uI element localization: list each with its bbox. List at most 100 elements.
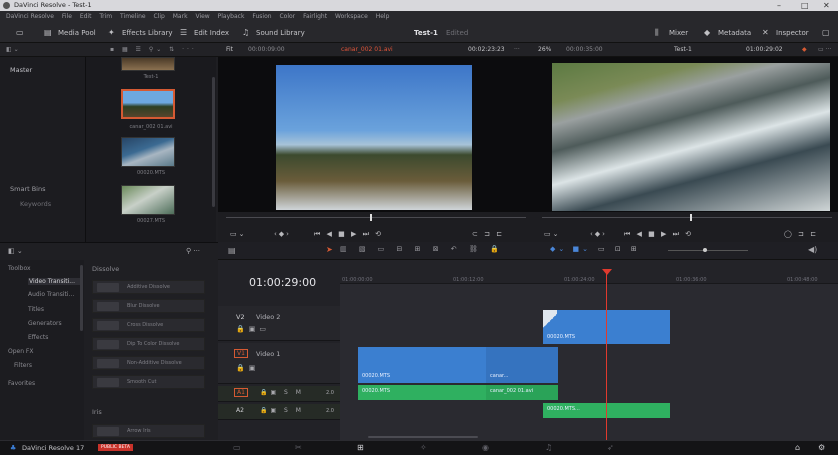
track-lock-icon[interactable]: 🔒▣: [236, 364, 259, 372]
program-mark-icons[interactable]: ◯ ⊐ ⊏: [784, 230, 818, 238]
metadata-button[interactable]: ◆ Metadata: [704, 27, 751, 40]
effects-panel-toggle-icon[interactable]: ◧ ⌄: [8, 247, 23, 255]
settings-icon[interactable]: ⚙: [818, 443, 825, 452]
media-page-icon[interactable]: ▭: [233, 443, 241, 452]
timeline-clip[interactable]: canar...: [486, 347, 558, 383]
program-zoom[interactable]: 26%: [538, 43, 551, 57]
track-name[interactable]: Video 2: [256, 313, 280, 321]
menu-item[interactable]: DaVinci Resolve: [6, 13, 54, 20]
audio-clip[interactable]: 00020.MTS: [358, 385, 486, 400]
effects-category[interactable]: Favorites: [8, 380, 35, 387]
effect-tile[interactable]: Cross Dissolve: [92, 318, 205, 332]
inspector-button[interactable]: ✕ Inspector: [762, 27, 809, 40]
program-playback-controls[interactable]: ⏮ ◀ ■ ▶ ⏭ ⟲: [624, 230, 693, 239]
menu-item[interactable]: Workspace: [335, 13, 368, 20]
edit-index-button[interactable]: ☰ Edit Index: [180, 27, 229, 40]
effects-category[interactable]: Open FX: [8, 348, 34, 355]
effect-tile[interactable]: Non-Additive Dissolve: [92, 356, 205, 370]
edit-page-icon[interactable]: ⊞: [357, 443, 364, 452]
effects-library-button[interactable]: ✦ Effects Library: [108, 27, 173, 40]
track-name[interactable]: Video 1: [256, 350, 280, 358]
menu-item[interactable]: File: [62, 13, 72, 20]
deliver-page-icon[interactable]: ➶: [607, 443, 614, 452]
clip-thumbnail[interactable]: [121, 57, 175, 71]
program-view-options-icon[interactable]: ▭⌄: [544, 230, 560, 238]
effects-category-scrollbar[interactable]: [80, 265, 83, 331]
edit-tools-icons[interactable]: ▥ ▧ ▭ ⊟ ⊞ ⊠ ↶ ⛓ 🔒: [340, 245, 504, 253]
timeline-selector[interactable]: Test-1: [674, 43, 692, 57]
track-id[interactable]: A1: [234, 388, 248, 397]
minimize-button[interactable]: –: [777, 0, 781, 11]
zoom-fit[interactable]: Fit: [226, 43, 233, 57]
source-playhead[interactable]: [370, 214, 372, 221]
program-jog-icon[interactable]: ‹◆›: [590, 230, 607, 238]
zoom-slider[interactable]: [668, 250, 748, 251]
more-icon[interactable]: ···: [514, 43, 520, 57]
selection-tool-icon[interactable]: ➤: [326, 245, 333, 254]
effect-tile[interactable]: Smooth Cut: [92, 375, 205, 389]
expand-icon[interactable]: ▢: [822, 27, 836, 40]
close-button[interactable]: ✕: [823, 0, 830, 11]
track-id[interactable]: V1: [234, 349, 248, 358]
timeline-scrollbar[interactable]: [368, 436, 478, 438]
flag-marker-icons[interactable]: ◆⌄ ■⌄: [550, 245, 591, 253]
timeline-view-icon[interactable]: ▤: [228, 246, 236, 255]
mixer-button[interactable]: ⫼ Mixer: [655, 27, 688, 40]
effects-category[interactable]: Effects: [28, 334, 48, 341]
clip-thumbnail[interactable]: [121, 185, 175, 215]
audio-track-controls[interactable]: 🔒▣ S M: [260, 389, 304, 396]
sound-library-button[interactable]: ♫ Sound Library: [242, 27, 305, 40]
monitor-icon[interactable]: ▭: [16, 27, 30, 40]
jog-icon[interactable]: ‹◆›: [274, 230, 291, 238]
menu-item[interactable]: Help: [376, 13, 390, 20]
view-options-icons[interactable]: ▪ ▦ ☰ ⚲⌄ ⇅ ···: [110, 43, 197, 57]
marker-icon[interactable]: ◆: [802, 43, 807, 57]
effects-category[interactable]: Generators: [28, 320, 62, 327]
effect-tile[interactable]: Dip To Color Dissolve: [92, 337, 205, 351]
audio-clip[interactable]: canar_002 01.avi: [486, 385, 558, 400]
effects-search-icon[interactable]: ⚲ ···: [186, 247, 200, 255]
timeline-viewer[interactable]: [536, 57, 838, 212]
audio-icon[interactable]: ◀): [808, 245, 817, 254]
menu-item[interactable]: Color: [279, 13, 295, 20]
maximize-button[interactable]: □: [801, 0, 809, 11]
effect-tile[interactable]: Arrow Iris: [92, 424, 205, 438]
panel-toggle-icon[interactable]: ◧ ⌄: [6, 43, 19, 57]
zoom-slider-handle[interactable]: [703, 248, 707, 252]
effect-tile[interactable]: Additive Dissolve: [92, 280, 205, 294]
fairlight-page-icon[interactable]: ♫: [545, 443, 552, 452]
clip-thumbnail-selected[interactable]: [121, 89, 175, 119]
menu-item[interactable]: Mark: [173, 13, 188, 20]
menu-item[interactable]: Edit: [80, 13, 92, 20]
menu-item[interactable]: Timeline: [120, 13, 146, 20]
thumbnail-scrollbar[interactable]: [212, 77, 215, 207]
fusion-page-icon[interactable]: ✧: [420, 443, 427, 452]
bin-master[interactable]: Master: [10, 66, 32, 74]
effects-category-selected[interactable]: Video Transiti...: [28, 278, 82, 285]
source-viewer[interactable]: [218, 57, 536, 212]
menu-item[interactable]: Fairlight: [303, 13, 327, 20]
menu-item[interactable]: Trim: [99, 13, 112, 20]
menu-item[interactable]: View: [195, 13, 209, 20]
cut-page-icon[interactable]: ✂: [295, 443, 302, 452]
clip-transition[interactable]: [543, 310, 557, 332]
home-icon[interactable]: ⌂: [795, 443, 800, 452]
effects-category[interactable]: Filters: [14, 362, 32, 369]
fullscreen-icon[interactable]: ▭ ···: [818, 43, 831, 57]
menu-item[interactable]: Clip: [153, 13, 164, 20]
effects-category[interactable]: Toolbox: [8, 265, 31, 272]
menu-item[interactable]: Playback: [218, 13, 245, 20]
audio-track-controls[interactable]: 🔒▣ S M: [260, 407, 304, 414]
playhead-marker-icon[interactable]: [602, 269, 612, 275]
effects-category[interactable]: Audio Transiti...: [28, 291, 74, 298]
media-pool-button[interactable]: ▤ Media Pool: [44, 27, 96, 40]
source-playback-controls[interactable]: ⏮ ◀ ■ ▶ ⏭ ⟲: [314, 230, 383, 239]
menu-item[interactable]: Fusion: [252, 13, 271, 20]
zoom-icons[interactable]: ▭ ⊡ ⊞: [598, 245, 641, 253]
timeline-clip[interactable]: 00020.MTS: [358, 347, 486, 383]
timeline-playhead[interactable]: [606, 270, 607, 440]
source-clip-name[interactable]: canar_002 01.avi: [341, 43, 393, 57]
color-page-icon[interactable]: ◉: [482, 443, 489, 452]
track-lock-icon[interactable]: 🔒▣▭: [236, 325, 270, 333]
mark-in-out-icons[interactable]: ⊂ ⊐ ⊏: [472, 230, 504, 238]
